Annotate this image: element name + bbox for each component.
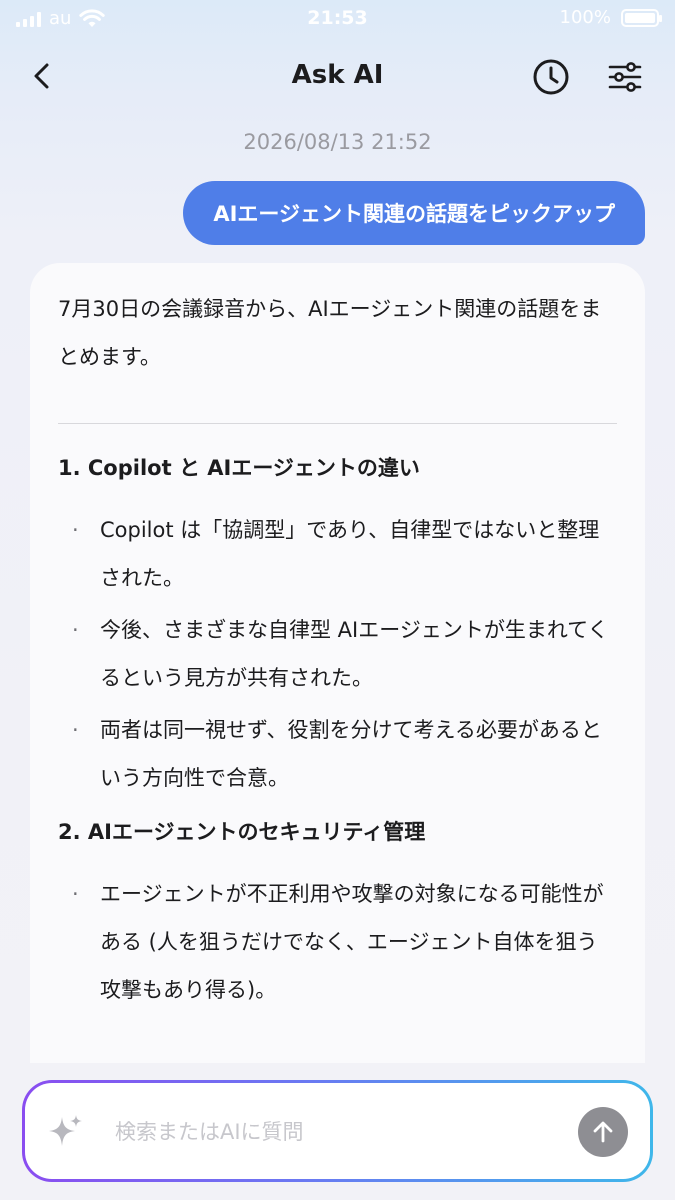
list-item: · エージェントが不正利用や攻撃の対象になる可能性がある (人を狙うだけでなく、エ… <box>58 870 617 1014</box>
settings-button[interactable] <box>605 57 645 97</box>
composer <box>22 1080 653 1182</box>
bullet-text: 今後、さまざまな自律型 AIエージェントが生まれてくるという見方が共有された。 <box>100 618 609 690</box>
history-button[interactable] <box>531 57 571 97</box>
page-title: Ask AI <box>291 60 384 90</box>
bullet-dot: · <box>72 718 79 742</box>
send-button[interactable] <box>578 1107 628 1157</box>
section-heading: 1. Copilot と AIエージェントの違い <box>58 456 420 480</box>
battery-percent: 100% <box>559 7 611 28</box>
message-timestamp: 2026/08/13 21:52 <box>243 130 432 154</box>
bullet-dot: · <box>72 518 79 542</box>
bullet-list: · Copilot は「協調型」であり、自律型ではないと整理された。 · 今後、さま… <box>58 506 617 802</box>
bullet-text: 両者は同一視せず、役割を分けて考える必要があるという方向性で合意。 <box>100 718 602 790</box>
ai-response-intro: 7月30日の会議録音から、AIエージェント関連の話題をまとめます。 <box>58 297 602 369</box>
battery-icon <box>621 8 662 27</box>
arrow-up-icon <box>593 1121 613 1143</box>
bullet-dot: · <box>72 882 79 906</box>
status-bar: au 21:53 100% <box>0 0 675 40</box>
clock-icon <box>533 59 569 95</box>
list-item: · 両者は同一視せず、役割を分けて考える必要があるという方向性で合意。 <box>58 706 617 802</box>
user-message-bubble: AIエージェント関連の話題をピックアップ <box>183 181 645 245</box>
composer-inner <box>25 1083 650 1179</box>
status-right: 100% <box>559 7 662 28</box>
bullet-dot: · <box>72 618 79 642</box>
bullet-list: · エージェントが不正利用や攻撃の対象になる可能性がある (人を狙うだけでなく、エ… <box>58 870 617 1014</box>
bullet-text: Copilot は「協調型」であり、自律型ではないと整理された。 <box>100 518 600 590</box>
battery-fill <box>625 12 655 23</box>
bullet-text: エージェントが不正利用や攻撃の対象になる可能性がある (人を狙うだけでなく、エー… <box>100 882 604 1002</box>
list-item: · Copilot は「協調型」であり、自律型ではないと整理された。 <box>58 506 617 602</box>
sparkle-icon <box>49 1115 82 1146</box>
sliders-icon <box>608 62 642 92</box>
ai-response-card: 7月30日の会議録音から、AIエージェント関連の話題をまとめます。 1. Cop… <box>30 263 645 1063</box>
navigation-bar: Ask AI <box>0 50 675 102</box>
list-item: · 今後、さまざまな自律型 AIエージェントが生まれてくるという見方が共有された。 <box>58 606 617 702</box>
divider <box>58 423 617 424</box>
section-heading: 2. AIエージェントのセキュリティ管理 <box>58 820 426 844</box>
ask-input[interactable] <box>113 1109 557 1155</box>
